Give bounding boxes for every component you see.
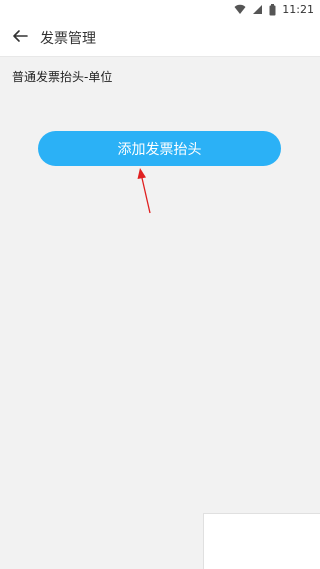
status-bar: 11:21 [0, 0, 320, 19]
back-button[interactable] [2, 19, 38, 57]
corner-overlay-card [203, 513, 320, 569]
battery-icon [269, 3, 276, 16]
annotation-arrow [137, 168, 151, 214]
app-bar: 发票管理 [0, 19, 320, 57]
arrow-left-icon [12, 28, 28, 48]
page-title: 发票管理 [40, 30, 96, 47]
status-time: 11:21 [282, 3, 314, 16]
signal-icon [252, 4, 263, 15]
add-invoice-header-button[interactable]: 添加发票抬头 [38, 131, 281, 166]
section-title: 普通发票抬头-单位 [12, 70, 113, 84]
wifi-icon [234, 4, 246, 15]
